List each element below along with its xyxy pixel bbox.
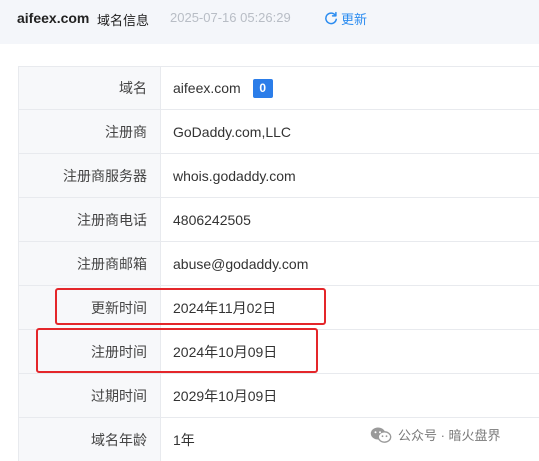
header-label: 域名信息 [97,10,149,29]
row-value: whois.godaddy.com [161,154,539,198]
domain-value: aifeex.com [173,80,241,96]
header-bar: aifeex.com 域名信息 2025-07-16 05:26:29 更新 [0,0,539,44]
table-row: 注册商 GoDaddy.com,LLC [19,110,539,154]
table-row: 注册商服务器 whois.godaddy.com [19,154,539,198]
header-timestamp: 2025-07-16 05:26:29 [170,10,291,25]
whois-table: 域名 aifeex.com 0 注册商 GoDaddy.com,LLC 注册商服务… [18,66,539,461]
row-key: 更新时间 [19,286,161,330]
row-value: 4806242505 [161,198,539,242]
row-value: 2024年10月09日 [161,330,539,374]
refresh-label: 更新 [341,9,367,28]
row-key: 注册时间 [19,330,161,374]
row-key: 注册商电话 [19,198,161,242]
row-value: 2024年11月02日 [161,286,539,330]
header-domain: aifeex.com [17,10,89,26]
row-key: 域名年龄 [19,418,161,461]
wechat-icon [370,426,392,444]
row-key: 域名 [19,67,161,110]
refresh-icon [324,11,338,25]
row-key: 过期时间 [19,374,161,418]
table-row: 注册商电话 4806242505 [19,198,539,242]
table-row: 域名 aifeex.com 0 [19,67,539,110]
table-row: 更新时间 2024年11月02日 [19,286,539,330]
table-row: 过期时间 2029年10月09日 [19,374,539,418]
watermark: 公众号 · 暗火盘界 [370,425,501,444]
row-value: 2029年10月09日 [161,374,539,418]
refresh-button[interactable]: 更新 [324,9,367,27]
table-row: 注册商邮箱 abuse@godaddy.com [19,242,539,286]
table-row: 注册时间 2024年10月09日 [19,330,539,374]
row-value: GoDaddy.com,LLC [161,110,539,154]
row-value: aifeex.com 0 [161,67,539,110]
count-badge[interactable]: 0 [253,79,273,98]
row-key: 注册商 [19,110,161,154]
watermark-text: 公众号 · 暗火盘界 [398,425,501,444]
row-value: abuse@godaddy.com [161,242,539,286]
row-key: 注册商邮箱 [19,242,161,286]
row-key: 注册商服务器 [19,154,161,198]
